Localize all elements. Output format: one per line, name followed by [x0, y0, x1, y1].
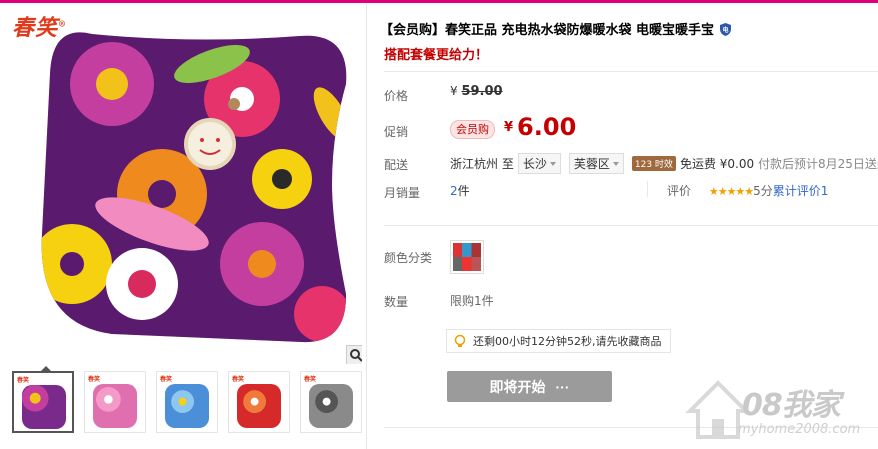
thumbnail-brand: 春笑 [232, 376, 245, 383]
product-title: 【会员购】春笑正品 充电热水袋防爆暖水袋 电暖宝暖手宝电 [380, 19, 732, 38]
promo-label: 促销 [384, 125, 409, 139]
button-dots: ··· [555, 378, 570, 395]
rating: 评价 ★★★★★5分累计评价1 [667, 182, 828, 199]
thumbnail-4[interactable]: 春笑 [228, 371, 290, 433]
thumbnail-1[interactable]: 春笑 [12, 371, 74, 433]
price-label: 价格 [384, 89, 409, 103]
color-option-swatch[interactable] [450, 240, 484, 274]
thumbnail-brand: 春笑 [160, 376, 173, 383]
lightbulb-icon [454, 334, 466, 347]
shield-icon: 电 [720, 23, 732, 36]
zoom-icon[interactable] [346, 345, 362, 364]
thumbnail-brand: 春笑 [88, 376, 101, 383]
ship-to-word: 至 [501, 157, 514, 171]
divider [384, 225, 878, 226]
product-gallery: 春笑® 春笑 春笑 春笑 春笑 春笑 [0, 3, 366, 449]
divider [366, 3, 367, 449]
thumbnail-5[interactable]: 春笑 [300, 371, 362, 433]
sales-label: 月销量 [384, 186, 421, 200]
original-price: ¥ 59.00 [450, 84, 503, 99]
currency-symbol: ¥ [450, 84, 458, 98]
delivery-eta: 付款后预计8月25日送达 [757, 157, 878, 171]
chevron-down-icon [612, 162, 619, 166]
member-badge: 会员购 [450, 120, 495, 139]
quantity-label: 数量 [384, 295, 409, 309]
promo-price: ¥6.00 [504, 113, 576, 141]
original-price-value: 59.00 [461, 84, 503, 99]
countdown-text: 还剩00小时12分钟52秒,请先收藏商品 [473, 335, 662, 348]
review-count-link[interactable]: 累计评价1 [773, 184, 829, 198]
star-rating-icon: ★★★★★ [708, 185, 754, 198]
ship-from: 浙江杭州 [450, 157, 499, 171]
watermark-url: myhome2008.com [738, 422, 861, 437]
rating-label: 评价 [667, 184, 692, 198]
chevron-down-icon [549, 162, 556, 166]
district-select[interactable]: 芙蓉区 [568, 153, 624, 174]
thumbnail-brand: 春笑 [304, 376, 317, 383]
main-product-image[interactable]: 春笑® [4, 6, 362, 364]
purchase-limit: 限购1件 [450, 294, 494, 308]
currency-symbol: ¥ [504, 120, 514, 135]
sales-count: 2 [450, 184, 458, 198]
shipping-fee: 免运费 ¥0.00 [679, 157, 755, 171]
sales-unit: 件 [457, 184, 470, 198]
countdown-tip: 还剩00小时12分钟52秒,请先收藏商品 [446, 329, 671, 353]
promo-price-value: 6.00 [517, 113, 577, 141]
thumbnail-2[interactable]: 春笑 [84, 371, 146, 433]
watermark-text: 08我家 [742, 388, 841, 423]
thumbnail-strip: 春笑 春笑 春笑 春笑 春笑 [12, 371, 362, 439]
delivery-hours-badge: 123 时效 [631, 156, 676, 171]
hot-water-bag-image [41, 32, 347, 343]
rating-score: 5分 [753, 184, 773, 198]
shipping-info: 浙江杭州 至 长沙 芙蓉区 123 时效 免运费 ¥0.00 付款后预计8月25… [450, 153, 878, 174]
shipping-label: 配送 [384, 158, 409, 172]
color-label: 颜色分类 [384, 251, 433, 265]
divider [647, 181, 648, 197]
monthly-sales: 2件 [450, 182, 470, 199]
coming-soon-button[interactable]: 即将开始 ··· [447, 371, 612, 402]
city-select[interactable]: 长沙 [517, 153, 561, 174]
thumbnail-3[interactable]: 春笑 [156, 371, 218, 433]
svg-text:电: 电 [723, 26, 729, 34]
product-subtitle: 搭配套餐更给力！ [384, 48, 489, 63]
thumbnail-brand: 春笑 [17, 377, 30, 384]
divider [384, 71, 878, 72]
